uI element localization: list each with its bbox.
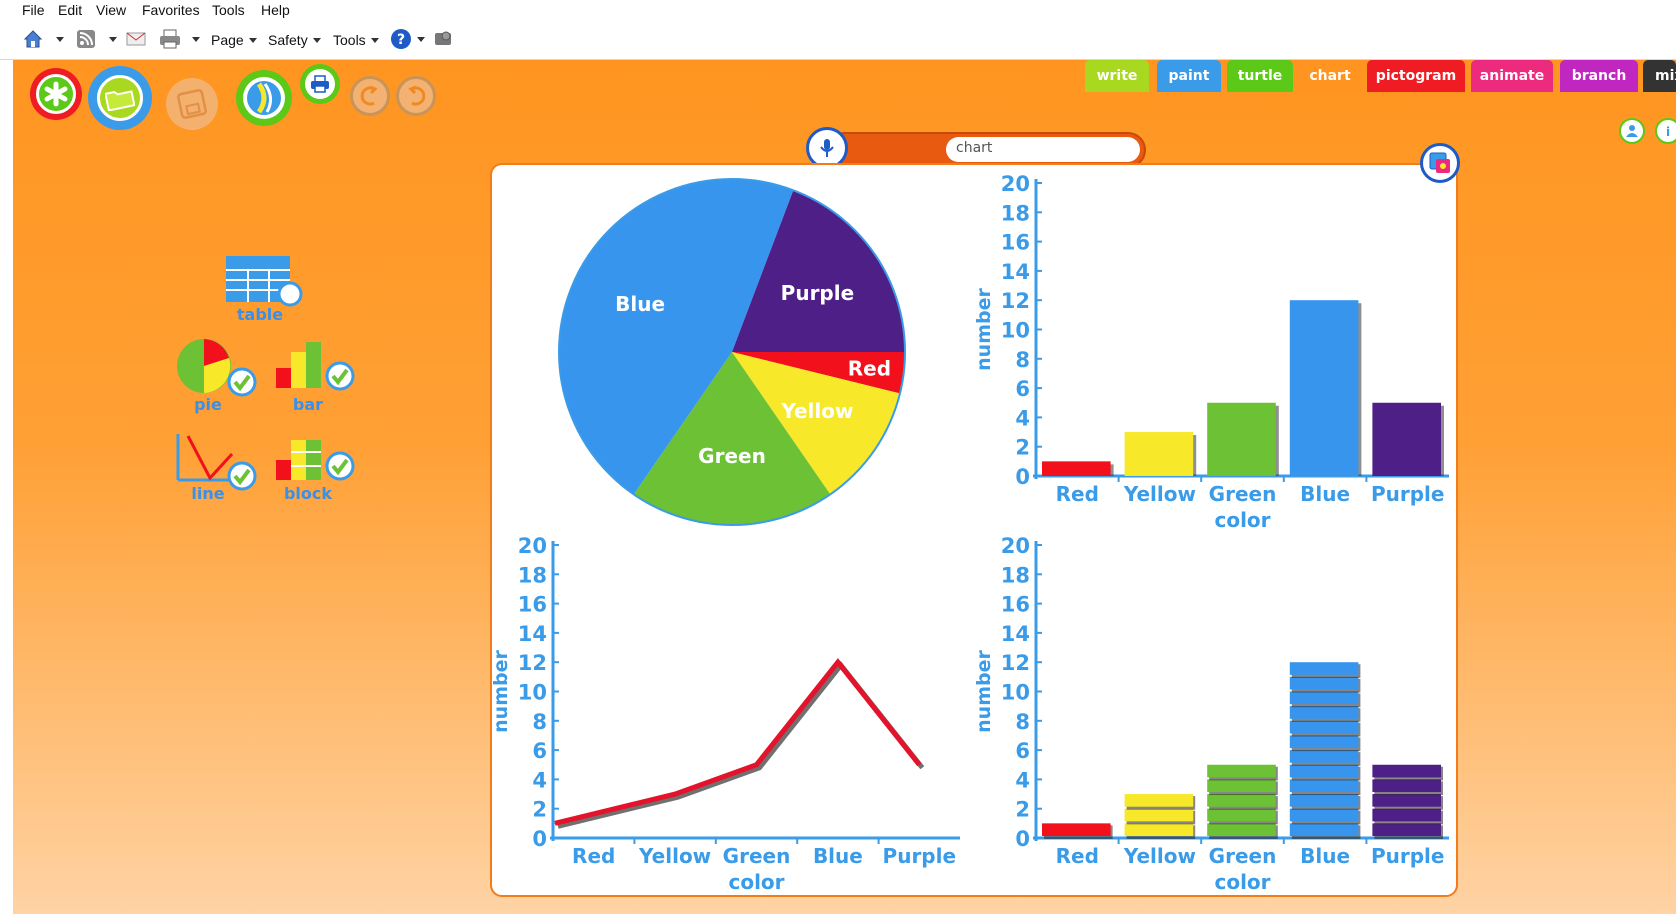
- browser-toolbar: Page Safety Tools ?: [0, 22, 1676, 60]
- tab-write[interactable]: write: [1085, 60, 1149, 92]
- floppy-icon: [177, 89, 207, 119]
- help-button[interactable]: ?: [390, 28, 425, 50]
- print-app-button[interactable]: [300, 64, 340, 104]
- menu-help[interactable]: Help: [261, 2, 290, 18]
- tools-menu[interactable]: Tools: [333, 32, 379, 48]
- tab-chart[interactable]: chart: [1298, 60, 1362, 92]
- folder-icon: [105, 90, 135, 111]
- safety-menu[interactable]: Safety: [268, 32, 321, 48]
- mail-button[interactable]: [125, 29, 147, 49]
- home-button[interactable]: [22, 28, 64, 50]
- home-icon: [23, 30, 43, 48]
- window-edge: [0, 60, 13, 855]
- search-input[interactable]: chart: [946, 137, 1140, 162]
- print-button[interactable]: [158, 28, 200, 50]
- menu-bar: File Edit View Favorites Tools Help: [0, 0, 1676, 22]
- research-icon: [435, 31, 451, 45]
- research-button[interactable]: [432, 28, 454, 50]
- tab-animate[interactable]: animate: [1471, 60, 1553, 92]
- open-button[interactable]: [88, 66, 152, 130]
- redo-button[interactable]: [396, 76, 436, 116]
- menu-tools[interactable]: Tools: [212, 2, 245, 18]
- printer-icon: [160, 29, 180, 49]
- user-button[interactable]: [1619, 118, 1645, 144]
- redo-icon: [408, 85, 426, 106]
- menu-file[interactable]: File: [22, 2, 45, 18]
- save-button[interactable]: [166, 78, 218, 130]
- mail-icon: [126, 32, 146, 46]
- menu-favorites[interactable]: Favorites: [142, 2, 200, 18]
- page-menu[interactable]: Page: [211, 32, 257, 48]
- printer-icon: [311, 75, 329, 93]
- paint-palette-icon: [1429, 152, 1450, 173]
- chart-panel: [490, 163, 1458, 897]
- tab-mix[interactable]: mix: [1643, 60, 1676, 92]
- svg-text:i: i: [1666, 125, 1670, 138]
- new-button[interactable]: [30, 68, 82, 120]
- undo-icon: [360, 85, 378, 106]
- table-tool[interactable]: [224, 254, 306, 312]
- info-button[interactable]: i: [1655, 118, 1676, 144]
- asterisk-icon: [44, 81, 68, 107]
- line-label: line: [191, 484, 225, 503]
- pie-icon: [177, 339, 257, 397]
- globe-icon: [256, 82, 272, 114]
- svg-text:?: ?: [397, 32, 405, 48]
- rss-icon: [77, 30, 95, 48]
- user-icon: [1626, 125, 1638, 137]
- microphone-icon: [820, 139, 834, 157]
- export-button[interactable]: [1420, 143, 1460, 183]
- block-label: block: [283, 484, 333, 503]
- info-icon: i: [1666, 125, 1670, 138]
- tab-pictogram[interactable]: pictogram: [1367, 60, 1465, 92]
- tab-paint[interactable]: paint: [1157, 60, 1221, 92]
- bar-label: bar: [292, 395, 324, 414]
- undo-button[interactable]: [350, 76, 390, 116]
- bar-chart-icon: [276, 342, 355, 391]
- feeds-button[interactable]: [75, 28, 117, 50]
- menu-view[interactable]: View: [96, 2, 126, 18]
- table-label: table: [236, 305, 284, 324]
- help-icon: ?: [391, 29, 411, 49]
- table-icon: [226, 256, 303, 307]
- pie-label: pie: [194, 395, 222, 414]
- menu-edit[interactable]: Edit: [58, 2, 82, 18]
- tab-branch[interactable]: branch: [1560, 60, 1638, 92]
- share-button[interactable]: [236, 70, 292, 126]
- tab-turtle[interactable]: turtle: [1227, 60, 1293, 92]
